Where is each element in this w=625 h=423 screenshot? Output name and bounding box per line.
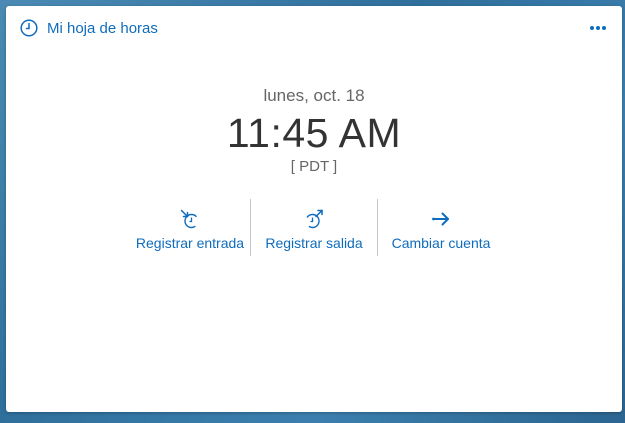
more-horizontal-icon [590, 26, 594, 30]
clock-out-icon [303, 208, 325, 230]
clock-out-button[interactable]: Registrar salida [251, 199, 377, 256]
arrow-right-icon [430, 208, 452, 230]
switch-account-button[interactable]: Cambiar cuenta [378, 199, 504, 256]
more-dot [602, 26, 606, 30]
more-options-button[interactable] [588, 24, 608, 32]
clock-in-button[interactable]: Registrar entrada [130, 199, 250, 256]
timezone-label: [ PDT ] [290, 158, 338, 175]
card-header[interactable]: Mi hoja de horas [20, 19, 158, 37]
current-date: lunes, oct. 18 [263, 86, 365, 105]
clock-out-label: Registrar salida [265, 235, 363, 251]
clock-icon [20, 19, 38, 37]
clock-in-icon [179, 208, 201, 230]
current-time: 11:45 AM [226, 110, 402, 156]
action-bar: Registrar entrada Registrar salida Cambi… [130, 199, 504, 256]
more-dot [596, 26, 600, 30]
switch-account-label: Cambiar cuenta [391, 235, 491, 251]
clock-in-label: Registrar entrada [135, 235, 245, 251]
card-title[interactable]: Mi hoja de horas [47, 20, 158, 37]
timesheet-card: Mi hoja de horas lunes, oct. 18 11:45 AM… [6, 6, 622, 412]
